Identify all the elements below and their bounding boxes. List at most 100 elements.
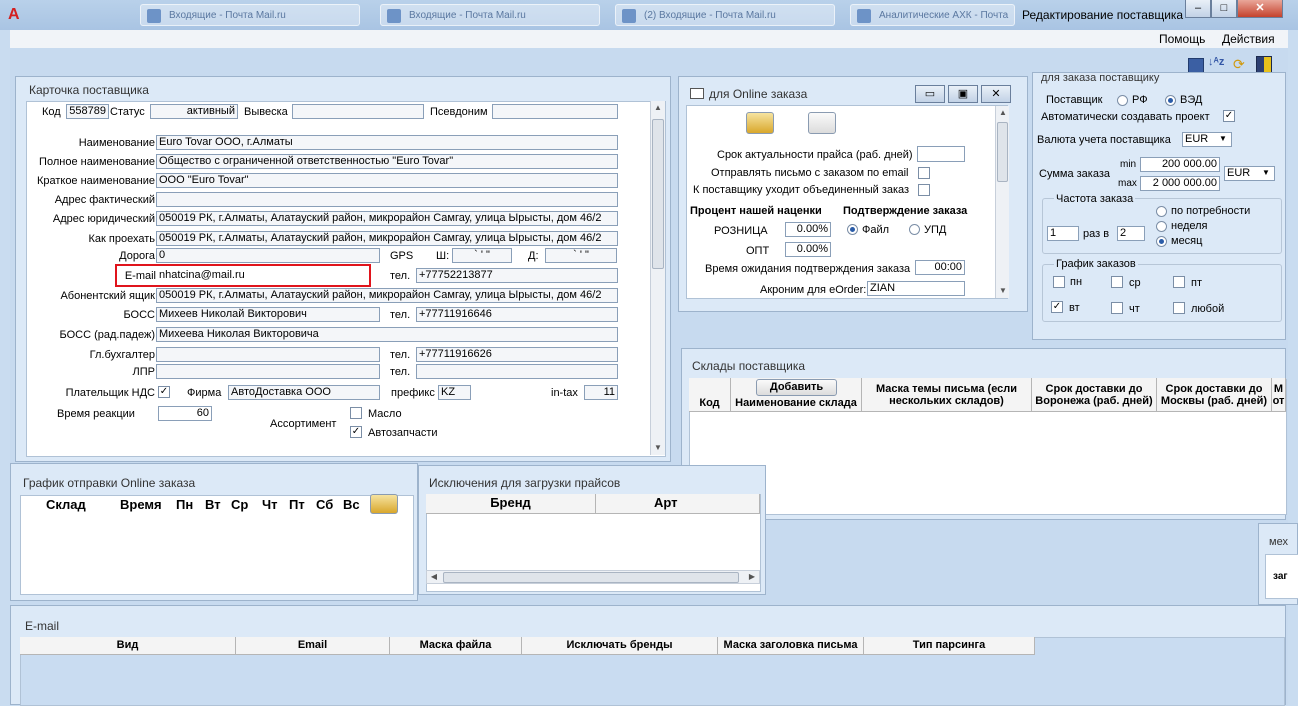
col-kind[interactable]: Вид [20, 637, 236, 655]
wed-checkbox[interactable] [1111, 276, 1123, 288]
col-fri[interactable]: Пт [289, 497, 305, 512]
mech-item[interactable]: заг [1273, 571, 1288, 582]
intax-field[interactable]: 11 [584, 385, 618, 400]
menu-actions[interactable]: Действия [1222, 32, 1275, 46]
scroll-right-icon[interactable]: ▶ [745, 572, 759, 581]
col-time[interactable]: Время [120, 497, 162, 512]
background-tab[interactable]: Входящие - Почта Mail.ru [140, 4, 360, 26]
lpr-field[interactable] [156, 364, 380, 379]
scroll-thumb[interactable] [652, 119, 664, 269]
chevron-down-icon[interactable]: ▼ [1262, 168, 1270, 177]
col-article[interactable]: Арт [596, 494, 760, 514]
firm-field[interactable]: АвтоДоставка ООО [228, 385, 380, 400]
col-sat[interactable]: Сб [316, 497, 333, 512]
shortname-field[interactable]: ООО "Euro Tovar" [156, 173, 618, 188]
background-tab[interactable]: Аналитические АХК - Почта [850, 4, 1015, 26]
freq-period-field[interactable]: 2 [1117, 226, 1145, 241]
week-radio[interactable] [1156, 221, 1167, 232]
tel-field[interactable]: +77752213877 [416, 268, 618, 283]
refresh-icon[interactable]: ⟳ [1233, 56, 1245, 73]
scroll-up-icon[interactable]: ▲ [996, 108, 1010, 117]
mon-checkbox[interactable] [1053, 276, 1065, 288]
col-exclude-brands[interactable]: Исключать бренды [522, 637, 718, 655]
col-brand[interactable]: Бренд [426, 494, 596, 514]
scroll-thumb[interactable] [443, 572, 739, 583]
exclusions-hscrollbar[interactable]: ◀ ▶ [426, 570, 760, 584]
card-scrollbar[interactable]: ▲ ▼ [650, 101, 665, 455]
code-field[interactable]: 558789 [66, 104, 109, 119]
col-sun[interactable]: Вс [343, 497, 360, 512]
minimize-button[interactable]: – [1185, 0, 1211, 18]
pseudo-field[interactable] [492, 104, 618, 119]
col-code[interactable]: Код [689, 378, 731, 412]
subwindow-close-button[interactable]: ✕ [981, 85, 1011, 103]
col-delivery-moscow[interactable]: Срок доставки до Москвы (раб. дней) [1157, 378, 1272, 412]
subwindow-minimize-button[interactable]: ▭ [915, 85, 945, 103]
schedule-tool-icon[interactable] [370, 494, 398, 514]
address-fact-field[interactable] [156, 192, 618, 207]
col-file-mask[interactable]: Маска файла [390, 637, 522, 655]
tue-checkbox[interactable]: ✓ [1051, 301, 1063, 313]
vat-checkbox[interactable]: ✓ [158, 386, 170, 398]
email-field[interactable]: nhatcina@mail.ru [156, 268, 366, 283]
month-radio[interactable] [1156, 236, 1167, 247]
maximize-button[interactable]: □ [1211, 0, 1237, 18]
scroll-thumb[interactable] [997, 122, 1008, 182]
retail-field[interactable]: 0.00% [785, 222, 831, 237]
reaction-field[interactable]: 60 [158, 406, 212, 421]
menu-help[interactable]: Помощь [1159, 32, 1205, 46]
col-mon[interactable]: Пн [176, 497, 193, 512]
add-warehouse-button[interactable]: Добавить [756, 379, 837, 396]
ved-radio[interactable] [1165, 95, 1176, 106]
col-parsing-type[interactable]: Тип парсинга [864, 637, 1035, 655]
wait-field[interactable]: 00:00 [915, 260, 965, 275]
file-radio[interactable] [847, 224, 858, 235]
combined-checkbox[interactable] [918, 184, 930, 196]
boss-field[interactable]: Михеев Николай Викторович [156, 307, 380, 322]
scroll-down-icon[interactable]: ▼ [996, 286, 1010, 295]
col-thu[interactable]: Чт [262, 497, 278, 512]
col-delivery-voronezh[interactable]: Срок доставки до Воронежа (раб. дней) [1032, 378, 1157, 412]
eraser-icon[interactable] [808, 112, 836, 134]
upd-radio[interactable] [909, 224, 920, 235]
price-days-field[interactable] [917, 146, 965, 162]
boss-gen-field[interactable]: Михеева Николая Викторовича [156, 327, 618, 342]
rf-radio[interactable] [1117, 95, 1128, 106]
scroll-left-icon[interactable]: ◀ [427, 572, 441, 581]
col-warehouse[interactable]: Склад [46, 497, 86, 512]
road-field[interactable]: 0 [156, 248, 380, 263]
accountant-field[interactable] [156, 347, 380, 362]
lon-field[interactable]: ` ' " [545, 248, 617, 263]
chevron-down-icon[interactable]: ▼ [1219, 134, 1227, 143]
sign-field[interactable] [292, 104, 424, 119]
freq-count-field[interactable]: 1 [1047, 226, 1079, 241]
scroll-up-icon[interactable]: ▲ [651, 103, 665, 112]
route-field[interactable]: 050019 РК, г.Алматы, Алатауский район, м… [156, 231, 618, 246]
pobox-field[interactable]: 050019 РК, г.Алматы, Алатауский район, м… [156, 288, 618, 303]
online-scrollbar[interactable]: ▲ ▼ [995, 106, 1009, 298]
min-field[interactable]: 200 000.00 [1140, 157, 1220, 172]
sort-az-icon[interactable]: ↓ᴬz [1208, 56, 1224, 68]
accountant-tel-field[interactable]: +77711916626 [416, 347, 618, 362]
wholesale-field[interactable]: 0.00% [785, 242, 831, 257]
name-field[interactable]: Euro Tovar ООО, г.Алматы [156, 135, 618, 150]
address-jur-field[interactable]: 050019 РК, г.Алматы, Алатауский район, м… [156, 211, 618, 226]
col-tue[interactable]: Вт [205, 497, 221, 512]
boss-tel-field[interactable]: +77711916646 [416, 307, 618, 322]
status-field[interactable]: активный [150, 104, 238, 119]
oil-checkbox[interactable] [350, 407, 362, 419]
auto-project-checkbox[interactable]: ✓ [1223, 110, 1235, 122]
col-wed[interactable]: Ср [231, 497, 248, 512]
col-extra[interactable]: М от [1272, 378, 1286, 412]
col-email[interactable]: Email [236, 637, 390, 655]
acronym-field[interactable]: ZIAN [867, 281, 965, 296]
fri-checkbox[interactable] [1173, 276, 1185, 288]
scroll-down-icon[interactable]: ▼ [651, 443, 665, 452]
background-tab[interactable]: (2) Входящие - Почта Mail.ru [615, 4, 835, 26]
parts-checkbox[interactable]: ✓ [350, 426, 362, 438]
any-checkbox[interactable] [1173, 302, 1185, 314]
lpr-tel-field[interactable] [416, 364, 618, 379]
close-button[interactable]: ✕ [1237, 0, 1283, 18]
col-subject-mask[interactable]: Маска заголовка письма [718, 637, 864, 655]
fullname-field[interactable]: Общество с ограниченной ответственностью… [156, 154, 618, 169]
